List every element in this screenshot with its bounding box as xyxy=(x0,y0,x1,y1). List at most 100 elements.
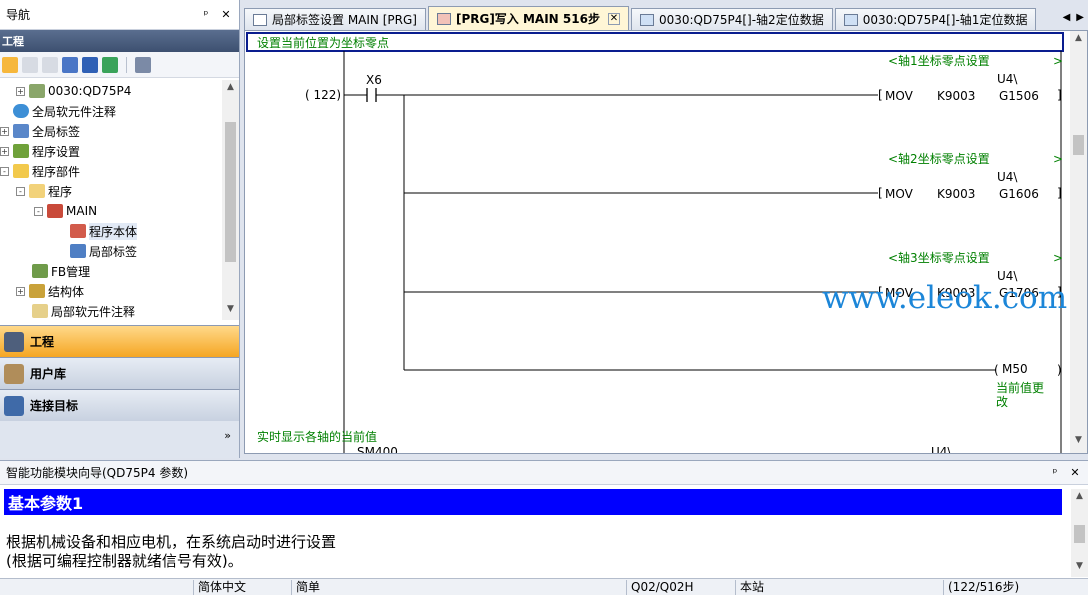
tree-item-local-comment[interactable]: 局部软元件注释 xyxy=(32,301,135,320)
program-body-icon xyxy=(70,224,86,238)
more-tabs-icon[interactable]: » xyxy=(224,429,231,442)
comment-end-mark: > xyxy=(1053,54,1063,68)
dest-operand: G1606 xyxy=(999,187,1039,201)
local-label-icon xyxy=(70,244,86,258)
collapse-icon[interactable]: - xyxy=(34,206,43,216)
scroll-thumb[interactable] xyxy=(1074,525,1085,543)
tree-item-label: 程序本体 xyxy=(89,222,138,240)
toolbar-separator xyxy=(126,56,127,73)
doc-tab-axis1[interactable]: 0030:QD75P4[]-轴1定位数据 xyxy=(834,8,1037,30)
ladder-diagram: 设置当前位置为坐标零点 ( 122) X6 <轴1坐标零点设置 > U4\ [ … xyxy=(246,32,1064,453)
nav-tab-label: 连接目标 xyxy=(30,399,79,413)
status-language: 简体中文 xyxy=(193,580,246,595)
nav-tab-label: 工程 xyxy=(30,335,55,349)
project-icon xyxy=(4,331,24,352)
status-cpu: Q02/Q02H xyxy=(626,580,694,595)
program-icon xyxy=(47,204,63,218)
refresh-icon[interactable] xyxy=(102,56,118,73)
close-icon[interactable]: ✕ xyxy=(219,8,233,21)
close-tab-icon[interactable]: ✕ xyxy=(607,12,620,25)
tree-item-global-label[interactable]: + 全局标签 xyxy=(0,121,80,141)
doc-tab-program[interactable]: [PRG]写入 MAIN 516步 ✕ xyxy=(427,6,629,30)
tree-item-label: 0030:QD75P4 xyxy=(48,84,132,98)
instruction-bracket: [ xyxy=(878,186,883,200)
nav-tab-overflow: » xyxy=(0,421,239,458)
info-icon[interactable] xyxy=(82,56,98,73)
tree-item-label: MAIN xyxy=(66,204,98,218)
paste-icon[interactable] xyxy=(42,56,58,73)
nav-tab-library[interactable]: 用户库 xyxy=(0,357,239,389)
tab-navigation: ◀ ▶ xyxy=(1063,12,1084,23)
statement-comment: 实时显示各轴的当前值 xyxy=(257,429,377,444)
tree-scrollbar[interactable]: ▲ ▼ xyxy=(222,80,239,320)
tree-item-program[interactable]: - 程序 xyxy=(16,181,72,201)
scroll-thumb[interactable] xyxy=(225,122,236,262)
expand-icon[interactable]: + xyxy=(0,126,9,136)
tab-prev-icon[interactable]: ◀ xyxy=(1063,12,1071,23)
tree-item-fb-management[interactable]: FB管理 xyxy=(32,261,90,281)
tree-item-label: 全局标签 xyxy=(32,124,81,139)
contact-label: SM400 xyxy=(357,445,398,453)
wizard-scrollbar[interactable]: ▲ ▼ xyxy=(1071,489,1088,577)
coil-comment: 当前值更 xyxy=(996,380,1044,395)
tab-next-icon[interactable]: ▶ xyxy=(1076,12,1084,23)
copy-icon[interactable] xyxy=(22,56,38,73)
expand-icon[interactable]: + xyxy=(0,146,9,156)
editor-scrollbar[interactable]: ▲ ▼ xyxy=(1070,31,1087,453)
navigation-header: 导航 ᵖ ✕ xyxy=(0,0,239,30)
coil-comment: 改 xyxy=(996,395,1008,409)
step-number: ( 122) xyxy=(305,88,341,102)
collapse-icon[interactable]: - xyxy=(16,186,25,196)
pin-icon[interactable]: ᵖ xyxy=(199,8,213,21)
app-window: 导航 ᵖ ✕ 工程 + 0030:QD75P4 全局软元件注释 + 全局标签 +… xyxy=(0,0,1088,595)
label-icon xyxy=(13,124,29,138)
scroll-up-icon[interactable]: ▲ xyxy=(1071,491,1088,501)
nav-tab-project[interactable]: 工程 xyxy=(0,325,239,357)
folder-icon xyxy=(13,164,29,178)
tree-item-module[interactable]: + 0030:QD75P4 xyxy=(16,81,131,101)
pin-icon[interactable]: ᵖ xyxy=(1048,466,1062,479)
tree-item-main[interactable]: - MAIN xyxy=(34,201,97,221)
device-prefix: U4\ xyxy=(997,170,1018,184)
properties-icon[interactable] xyxy=(62,56,78,73)
positioning-icon xyxy=(639,13,654,26)
source-operand: K9003 xyxy=(937,89,975,103)
scroll-up-icon[interactable]: ▲ xyxy=(1070,33,1087,43)
view-options-icon[interactable] xyxy=(135,56,151,73)
scroll-down-icon[interactable]: ▼ xyxy=(222,304,239,318)
scroll-thumb[interactable] xyxy=(1073,135,1084,155)
navigation-toolbar xyxy=(0,52,239,78)
tree-item-label: 全局软元件注释 xyxy=(32,104,117,119)
tree-item-global-comment[interactable]: 全局软元件注释 xyxy=(13,101,116,121)
coil-device: M50 xyxy=(1002,362,1028,376)
globe-icon xyxy=(13,104,29,118)
label-sheet-icon xyxy=(253,13,267,26)
collapse-icon[interactable]: - xyxy=(0,166,9,176)
tree-item-program-parts[interactable]: - 程序部件 xyxy=(0,161,80,181)
doc-tab-label: [PRG]写入 MAIN 516步 xyxy=(455,12,600,26)
statement-comment: 设置当前位置为坐标零点 xyxy=(257,35,389,50)
expand-icon[interactable]: + xyxy=(16,286,25,296)
doc-tab-local-label[interactable]: 局部标签设置 MAIN [PRG] xyxy=(244,8,426,30)
wizard-title: 智能功能模块向导(QD75P4 参数) xyxy=(6,466,189,480)
status-bar: 简体中文 简单 Q02/Q02H 本站 (122/516步) xyxy=(0,578,1088,595)
scroll-up-icon[interactable]: ▲ xyxy=(222,82,239,96)
tree-item-program-setting[interactable]: + 程序设置 xyxy=(0,141,80,161)
tree-item-structure[interactable]: + 结构体 xyxy=(16,281,84,301)
navigation-title: 导航 xyxy=(6,8,31,22)
scroll-down-icon[interactable]: ▼ xyxy=(1071,561,1088,571)
nav-tab-connection[interactable]: 连接目标 xyxy=(0,389,239,421)
new-item-icon[interactable] xyxy=(2,56,18,73)
doc-tab-axis2[interactable]: 0030:QD75P4[]-轴2定位数据 xyxy=(630,8,833,30)
tree-item-label: 程序部件 xyxy=(32,164,81,179)
scroll-down-icon[interactable]: ▼ xyxy=(1070,435,1087,445)
tree-item-label: 局部标签 xyxy=(89,244,138,259)
tree-item-program-body[interactable]: 程序本体 xyxy=(70,221,138,241)
ladder-editor[interactable]: 设置当前位置为坐标零点 ( 122) X6 <轴1坐标零点设置 > U4\ [ … xyxy=(244,30,1088,454)
expand-icon[interactable]: + xyxy=(16,86,25,96)
device-prefix: U4\ xyxy=(931,445,952,453)
close-icon[interactable]: ✕ xyxy=(1068,466,1082,479)
description-line: 根据机械设备和相应电机，在系统启动时进行设置 xyxy=(6,533,337,551)
tree-item-local-label[interactable]: 局部标签 xyxy=(70,241,137,261)
folder-icon xyxy=(29,184,45,198)
